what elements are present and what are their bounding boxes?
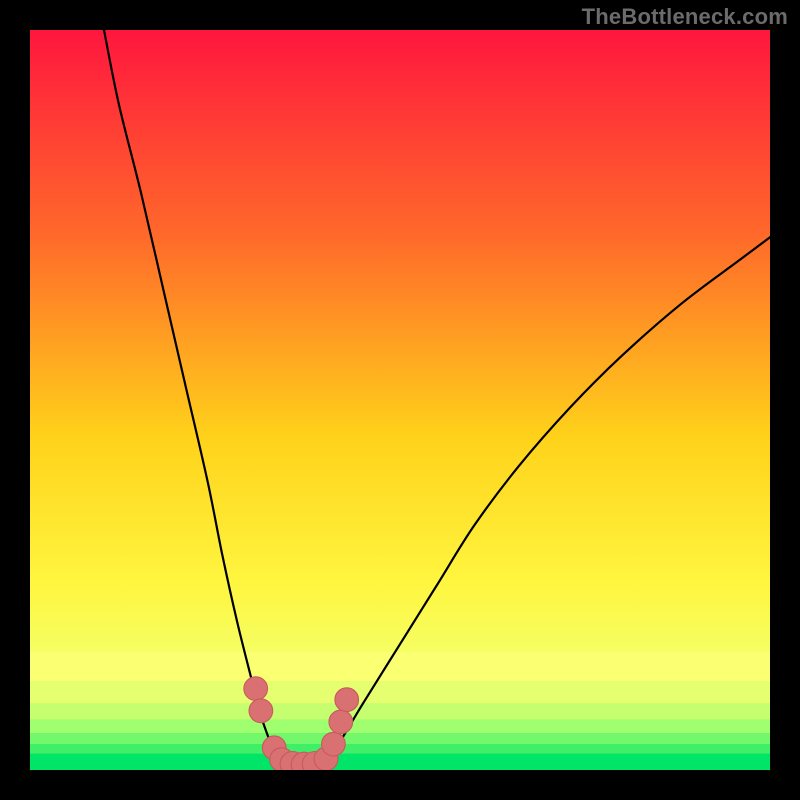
valley-marker (244, 677, 268, 701)
gradient-band (30, 652, 770, 682)
valley-marker (329, 710, 353, 734)
green-band-stack (30, 652, 770, 770)
gradient-band (30, 720, 770, 733)
valley-marker (322, 732, 346, 756)
gradient-band (30, 733, 770, 744)
gradient-band (30, 754, 770, 770)
gradient-band (30, 681, 770, 703)
valley-marker (249, 699, 273, 723)
gradient-band (30, 744, 770, 754)
valley-marker (335, 688, 359, 712)
plot-area (30, 30, 770, 770)
chart-frame: TheBottleneck.com (0, 0, 800, 800)
watermark-text: TheBottleneck.com (582, 4, 788, 30)
gradient-band (30, 703, 770, 719)
bottleneck-curve-chart (30, 30, 770, 770)
